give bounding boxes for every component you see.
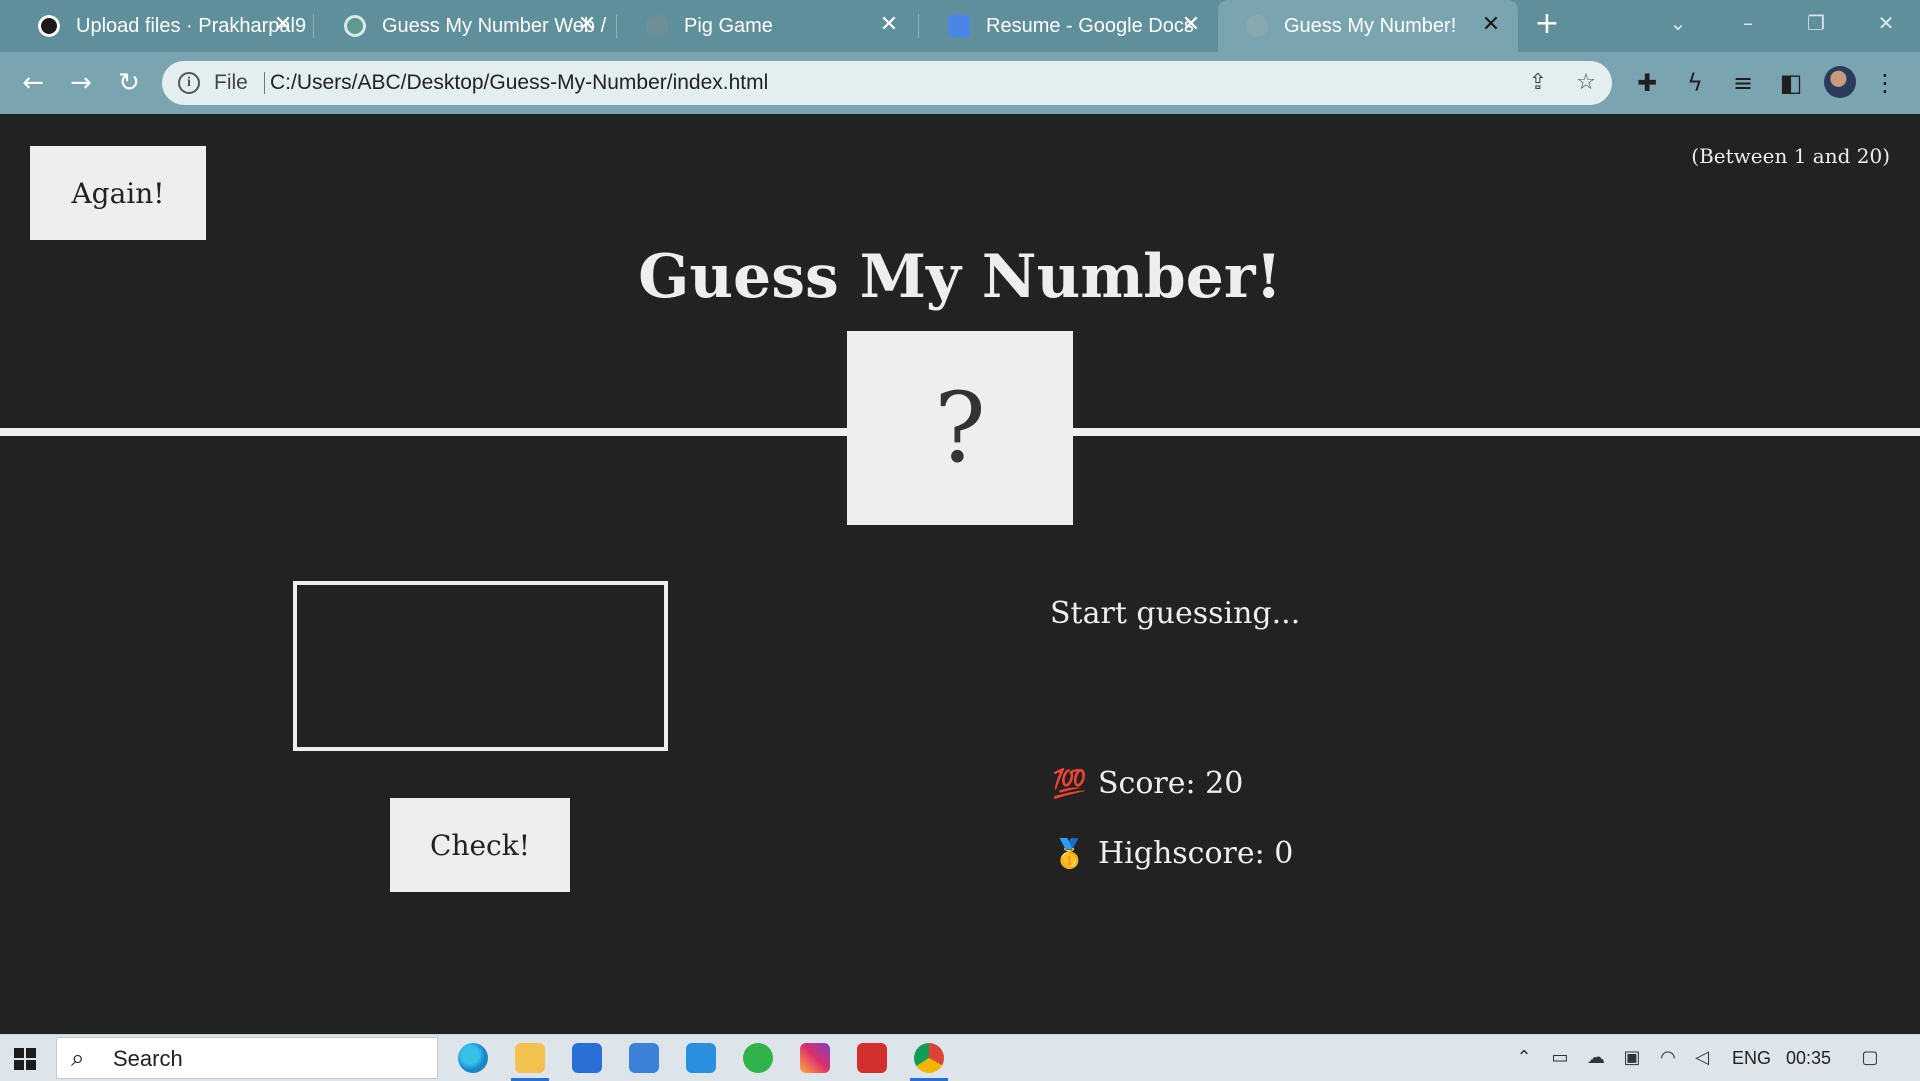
- google-docs-icon: [948, 15, 970, 37]
- score-row: 💯 Score: 20: [1052, 766, 1243, 801]
- medal-icon: 🥇: [1052, 837, 1087, 870]
- tab-guess-my-number-web[interactable]: Guess My Number Web / ✕: [316, 0, 614, 52]
- range-hint: (Between 1 and 20): [1691, 144, 1890, 168]
- site-info-icon[interactable]: i: [178, 72, 200, 94]
- again-button[interactable]: Again!: [30, 146, 206, 240]
- back-arrow-icon[interactable]: ←: [16, 66, 50, 100]
- tab-title: Resume - Google Docs: [986, 14, 1194, 37]
- edge-icon[interactable]: [458, 1043, 488, 1073]
- close-icon[interactable]: ✕: [574, 12, 600, 38]
- windows-start-icon[interactable]: [14, 1048, 36, 1070]
- profile-avatar[interactable]: [1824, 66, 1856, 98]
- globe-icon: [1246, 15, 1268, 37]
- browser-toolbar: ← → ↻ i File C:/Users/ABC/Desktop/Guess-…: [0, 52, 1920, 114]
- tab-guess-my-number[interactable]: Guess My Number! ✕: [1218, 0, 1518, 52]
- browser-tab-strip: Upload files · Prakharpal9 ✕ Guess My Nu…: [0, 0, 1920, 52]
- tab-upload-files[interactable]: Upload files · Prakharpal9 ✕: [10, 0, 310, 52]
- globe-icon: [646, 15, 668, 37]
- highscore-row: 🥇 Highscore: 0: [1052, 836, 1293, 871]
- guess-input[interactable]: [293, 581, 668, 751]
- extensions-icon[interactable]: ✚: [1630, 66, 1664, 100]
- tab-title: Guess My Number!: [1284, 14, 1457, 37]
- wifi-icon[interactable]: ◠: [1656, 1046, 1680, 1070]
- file-explorer-icon[interactable]: [511, 1043, 549, 1081]
- instagram-icon[interactable]: [800, 1043, 830, 1073]
- tab-divider: [918, 14, 919, 38]
- forward-arrow-icon[interactable]: →: [64, 66, 98, 100]
- onedrive-cloud-icon[interactable]: ☁: [1584, 1046, 1608, 1070]
- language-indicator[interactable]: ENG: [1732, 1035, 1771, 1081]
- address-scheme: File: [214, 71, 248, 94]
- page-title: Guess My Number!: [638, 242, 1282, 312]
- score-label: Score: 20: [1098, 766, 1244, 801]
- address-bar[interactable]: i File C:/Users/ABC/Desktop/Guess-My-Num…: [162, 61, 1612, 105]
- reload-icon[interactable]: ↻: [112, 66, 146, 100]
- highscore-label: Highscore: 0: [1098, 836, 1294, 871]
- adobe-acrobat-icon[interactable]: [857, 1043, 887, 1073]
- hundred-points-icon: 💯: [1052, 767, 1087, 800]
- new-tab-button[interactable]: +: [1530, 8, 1564, 42]
- game-page: Again! (Between 1 and 20) Guess My Numbe…: [0, 114, 1920, 1034]
- extension-bolt-icon[interactable]: ϟ: [1678, 66, 1712, 100]
- microsoft-store-icon[interactable]: [572, 1043, 602, 1073]
- mail-icon[interactable]: [629, 1043, 659, 1073]
- show-hidden-icons-chevron[interactable]: ⌃: [1512, 1046, 1536, 1070]
- search-icon: ⌕: [71, 1044, 85, 1072]
- close-icon[interactable]: ✕: [270, 12, 296, 38]
- status-message: Start guessing...: [1050, 596, 1301, 631]
- tab-search-icon[interactable]: ⌄: [1658, 8, 1698, 38]
- restore-icon[interactable]: ❐: [1796, 8, 1836, 38]
- window-close-icon[interactable]: ✕: [1866, 8, 1906, 38]
- address-divider: [264, 72, 265, 94]
- share-icon[interactable]: ⇪: [1524, 69, 1552, 97]
- volume-icon[interactable]: ◁: [1690, 1046, 1714, 1070]
- tab-divider: [616, 14, 617, 38]
- bookmark-star-icon[interactable]: ☆: [1572, 69, 1600, 97]
- side-panel-icon[interactable]: ◧: [1774, 66, 1808, 100]
- chrome-icon[interactable]: [910, 1043, 948, 1081]
- menu-kebab-icon[interactable]: ⋮: [1868, 66, 1902, 100]
- taskbar-search[interactable]: ⌕ Search: [56, 1037, 438, 1079]
- check-button[interactable]: Check!: [390, 798, 570, 892]
- close-icon[interactable]: ✕: [1478, 12, 1504, 38]
- windows-taskbar: ⌕ Search ⌃ ▭ ☁ ▣ ◠ ◁ ENG 00:35 ▢: [0, 1034, 1920, 1081]
- chatgpt-icon: [344, 15, 366, 37]
- clock[interactable]: 00:35: [1786, 1035, 1831, 1081]
- github-icon: [38, 15, 60, 37]
- secret-number-box: ?: [847, 331, 1073, 525]
- whatsapp-icon[interactable]: [743, 1043, 773, 1073]
- battery-icon[interactable]: ▭: [1548, 1046, 1572, 1070]
- camera-icon[interactable]: ▣: [1620, 1046, 1644, 1070]
- tab-pig-game[interactable]: Pig Game ✕: [618, 0, 916, 52]
- close-icon[interactable]: ✕: [1178, 12, 1204, 38]
- vscode-icon[interactable]: [686, 1043, 716, 1073]
- close-icon[interactable]: ✕: [876, 12, 902, 38]
- tab-title: Guess My Number Web /: [382, 14, 607, 37]
- notifications-icon[interactable]: ▢: [1858, 1046, 1882, 1070]
- tab-resume-google-docs[interactable]: Resume - Google Docs ✕: [920, 0, 1218, 52]
- tab-title: Pig Game: [684, 14, 773, 37]
- reading-list-icon[interactable]: ≡: [1726, 66, 1760, 100]
- taskbar-search-placeholder: Search: [113, 1046, 183, 1071]
- minimize-icon[interactable]: –: [1728, 8, 1768, 38]
- tab-divider: [313, 14, 314, 38]
- address-url[interactable]: C:/Users/ABC/Desktop/Guess-My-Number/ind…: [270, 61, 768, 105]
